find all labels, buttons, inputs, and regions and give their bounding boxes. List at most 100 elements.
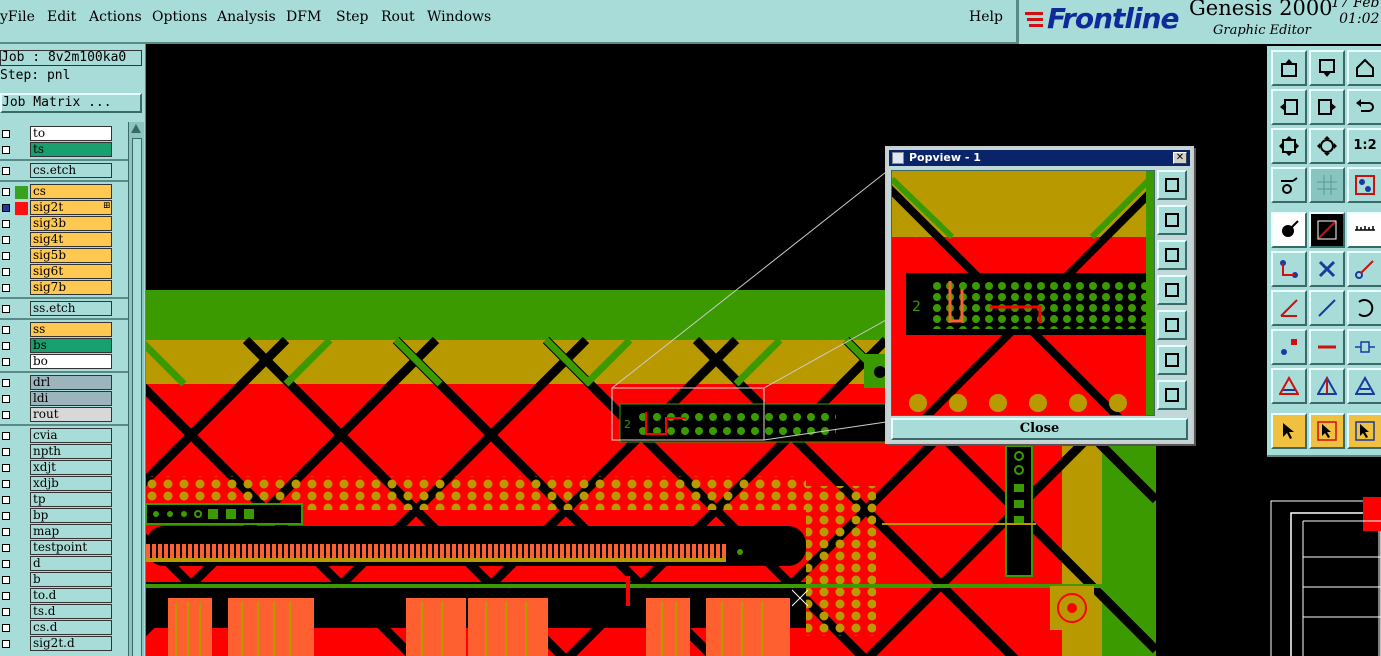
layer-name[interactable]: drl xyxy=(30,375,112,390)
horizontal-line-button[interactable] xyxy=(1309,329,1345,365)
menu-step[interactable]: Step xyxy=(336,9,368,25)
layer-row[interactable]: npth xyxy=(0,444,128,460)
grid-button[interactable] xyxy=(1309,167,1345,203)
layer-checkbox[interactable] xyxy=(2,395,10,403)
menu-dfm[interactable]: DFM xyxy=(286,9,321,25)
layer-checkbox[interactable] xyxy=(2,284,10,292)
menu-edit[interactable]: Edit xyxy=(47,9,76,25)
layer-row[interactable]: rout xyxy=(0,407,128,423)
menu-windows[interactable]: Windows xyxy=(427,9,491,25)
layer-checkbox[interactable] xyxy=(2,624,10,632)
layer-row[interactable]: cs xyxy=(0,184,128,200)
pan-down-button[interactable] xyxy=(1309,50,1345,86)
layer-checkbox[interactable] xyxy=(2,544,10,552)
layer-row[interactable]: ss xyxy=(0,322,128,338)
layer-row[interactable]: bs xyxy=(0,338,128,354)
layer-row[interactable]: map xyxy=(0,524,128,540)
layer-name[interactable]: ts xyxy=(30,142,112,157)
layer-name[interactable]: to.d xyxy=(30,588,112,603)
scroll-up-arrow-icon[interactable] xyxy=(131,124,141,133)
layer-name[interactable]: rout xyxy=(30,407,112,422)
ruler-button[interactable] xyxy=(1347,212,1381,248)
popview-titlebar[interactable]: Popview - 1 ✕ xyxy=(889,150,1190,166)
pointer-add-button[interactable] xyxy=(1309,413,1345,449)
layer-name[interactable]: cs.d xyxy=(30,620,112,635)
layer-color-swatch[interactable] xyxy=(15,186,28,199)
cross-button[interactable] xyxy=(1309,251,1345,287)
layer-row[interactable]: tp xyxy=(0,492,128,508)
layer-name[interactable]: d xyxy=(30,556,112,571)
layer-checkbox[interactable] xyxy=(2,220,10,228)
layer-row[interactable]: bp xyxy=(0,508,128,524)
layer-row[interactable]: drl xyxy=(0,375,128,391)
layer-name[interactable]: ts.d xyxy=(30,604,112,619)
layer-row[interactable]: b xyxy=(0,572,128,588)
layer-checkbox[interactable] xyxy=(2,252,10,260)
triangle-tool-button[interactable] xyxy=(1271,368,1307,404)
home-button[interactable] xyxy=(1347,50,1381,86)
layer-checkbox[interactable] xyxy=(2,432,10,440)
layer-name[interactable]: sig4t xyxy=(30,232,112,247)
layer-name[interactable]: sig2t xyxy=(30,200,112,215)
layer-row[interactable]: ss.etch xyxy=(0,301,128,317)
popview-pan-up-button[interactable] xyxy=(1157,205,1187,235)
layer-row[interactable]: bo xyxy=(0,354,128,370)
layer-checkbox[interactable] xyxy=(2,188,10,196)
popview-zoom-view[interactable]: 2 xyxy=(891,170,1155,416)
popview-pan-left-button[interactable] xyxy=(1157,275,1187,305)
layer-name[interactable]: xdjt xyxy=(30,460,112,475)
layer-row[interactable]: sig4t xyxy=(0,232,128,248)
pan-up-button[interactable] xyxy=(1271,50,1307,86)
layer-checkbox[interactable] xyxy=(2,130,10,138)
popview-zoom-out-button[interactable] xyxy=(1157,380,1187,410)
popview-pan-right-button[interactable] xyxy=(1157,310,1187,340)
line-angle-button[interactable] xyxy=(1271,290,1307,326)
popview-zoom-in-button[interactable] xyxy=(1157,345,1187,375)
layer-row[interactable]: to.d xyxy=(0,588,128,604)
arc-button[interactable] xyxy=(1347,290,1381,326)
layer-row[interactable]: d xyxy=(0,556,128,572)
snap-tool-button[interactable] xyxy=(1271,167,1307,203)
dimension-button[interactable] xyxy=(1347,329,1381,365)
undo-view-button[interactable] xyxy=(1347,89,1381,125)
layer-name[interactable]: bp xyxy=(30,508,112,523)
layer-checkbox[interactable] xyxy=(2,640,10,648)
layer-checkbox[interactable] xyxy=(2,592,10,600)
layer-row[interactable]: ldi xyxy=(0,391,128,407)
layer-row[interactable]: cvia xyxy=(0,428,128,444)
layer-row[interactable]: ts xyxy=(0,142,128,158)
pointer-remove-button[interactable] xyxy=(1347,413,1381,449)
move-pad-button[interactable] xyxy=(1271,329,1307,365)
layer-checkbox[interactable] xyxy=(2,167,10,175)
pan-left-button[interactable] xyxy=(1271,89,1307,125)
layer-list-scrollbar[interactable] xyxy=(128,122,144,656)
layer-name[interactable]: cs.etch xyxy=(30,163,112,178)
scrollbar-thumb[interactable] xyxy=(132,138,142,656)
layer-row[interactable]: cs.etch xyxy=(0,163,128,179)
layer-checkbox[interactable] xyxy=(2,358,10,366)
popview-zoom-fit-button[interactable] xyxy=(1157,170,1187,200)
menu-rout[interactable]: Rout xyxy=(381,9,415,25)
popview-pan-down-button[interactable] xyxy=(1157,240,1187,270)
layer-checkbox[interactable] xyxy=(2,236,10,244)
layer-name[interactable]: b xyxy=(30,572,112,587)
layer-name[interactable]: map xyxy=(30,524,112,539)
triangle-mixed-button[interactable] xyxy=(1309,368,1345,404)
layer-row[interactable]: testpoint xyxy=(0,540,128,556)
layer-checkbox[interactable] xyxy=(2,146,10,154)
layer-row[interactable]: cs.d xyxy=(0,620,128,636)
zoom-in-button[interactable] xyxy=(1309,128,1345,164)
layer-row[interactable]: sig7b xyxy=(0,280,128,296)
connect-button[interactable] xyxy=(1347,251,1381,287)
layer-row[interactable]: xdjt xyxy=(0,460,128,476)
menu-file[interactable]: yFile xyxy=(0,9,35,25)
layer-checkbox[interactable] xyxy=(2,560,10,568)
layer-name[interactable]: xdjb xyxy=(30,476,112,491)
layer-checkbox[interactable] xyxy=(2,379,10,387)
layer-checkbox[interactable] xyxy=(2,480,10,488)
layer-name[interactable]: sig6t xyxy=(30,264,112,279)
layer-checkbox[interactable] xyxy=(2,512,10,520)
layer-name[interactable]: bo xyxy=(30,354,112,369)
layer-name[interactable]: tp xyxy=(30,492,112,507)
select-feature-button[interactable] xyxy=(1271,212,1307,248)
